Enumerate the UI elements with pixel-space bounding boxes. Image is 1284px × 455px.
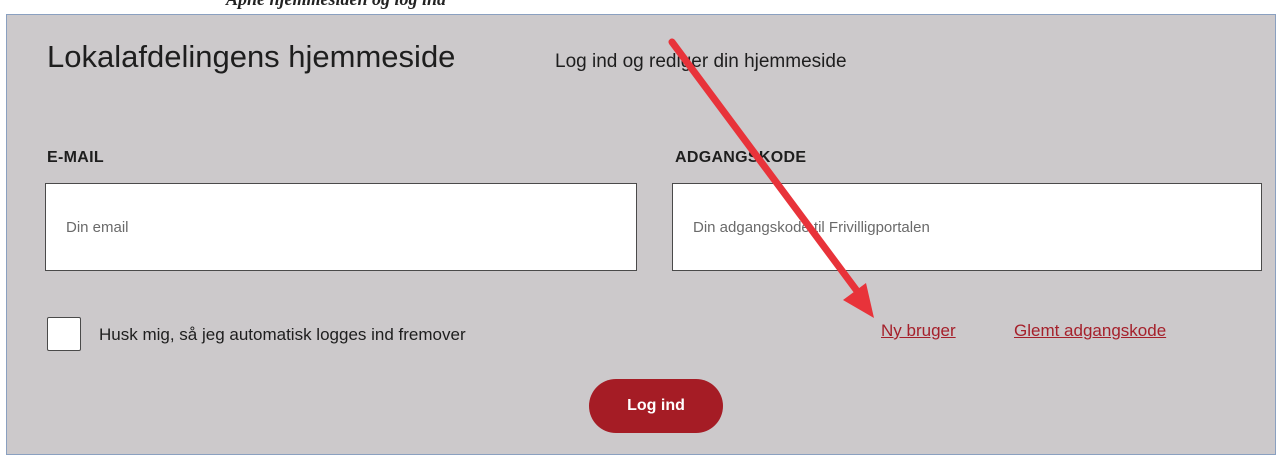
password-field[interactable] bbox=[672, 183, 1262, 271]
top-strip: Åpne hjemmesiden og log ind bbox=[0, 0, 1284, 14]
page-title: Lokalafdelingens hjemmeside bbox=[47, 39, 456, 74]
new-user-link[interactable]: Ny bruger bbox=[881, 321, 956, 341]
forgot-password-link[interactable]: Glemt adgangskode bbox=[1014, 321, 1166, 341]
email-field[interactable] bbox=[45, 183, 637, 271]
cropped-heading: Åpne hjemmesiden og log ind bbox=[226, 0, 446, 10]
login-button[interactable]: Log ind bbox=[589, 379, 723, 433]
page-subtitle: Log ind og rediger din hjemmeside bbox=[555, 51, 847, 72]
password-label: ADGANGSKODE bbox=[675, 149, 807, 166]
remember-me-label: Husk mig, så jeg automatisk logges ind f… bbox=[99, 325, 466, 344]
login-panel: Lokalafdelingens hjemmeside Log ind og r… bbox=[6, 14, 1276, 455]
email-label: E-MAIL bbox=[47, 149, 104, 166]
remember-me-checkbox[interactable] bbox=[47, 317, 81, 351]
